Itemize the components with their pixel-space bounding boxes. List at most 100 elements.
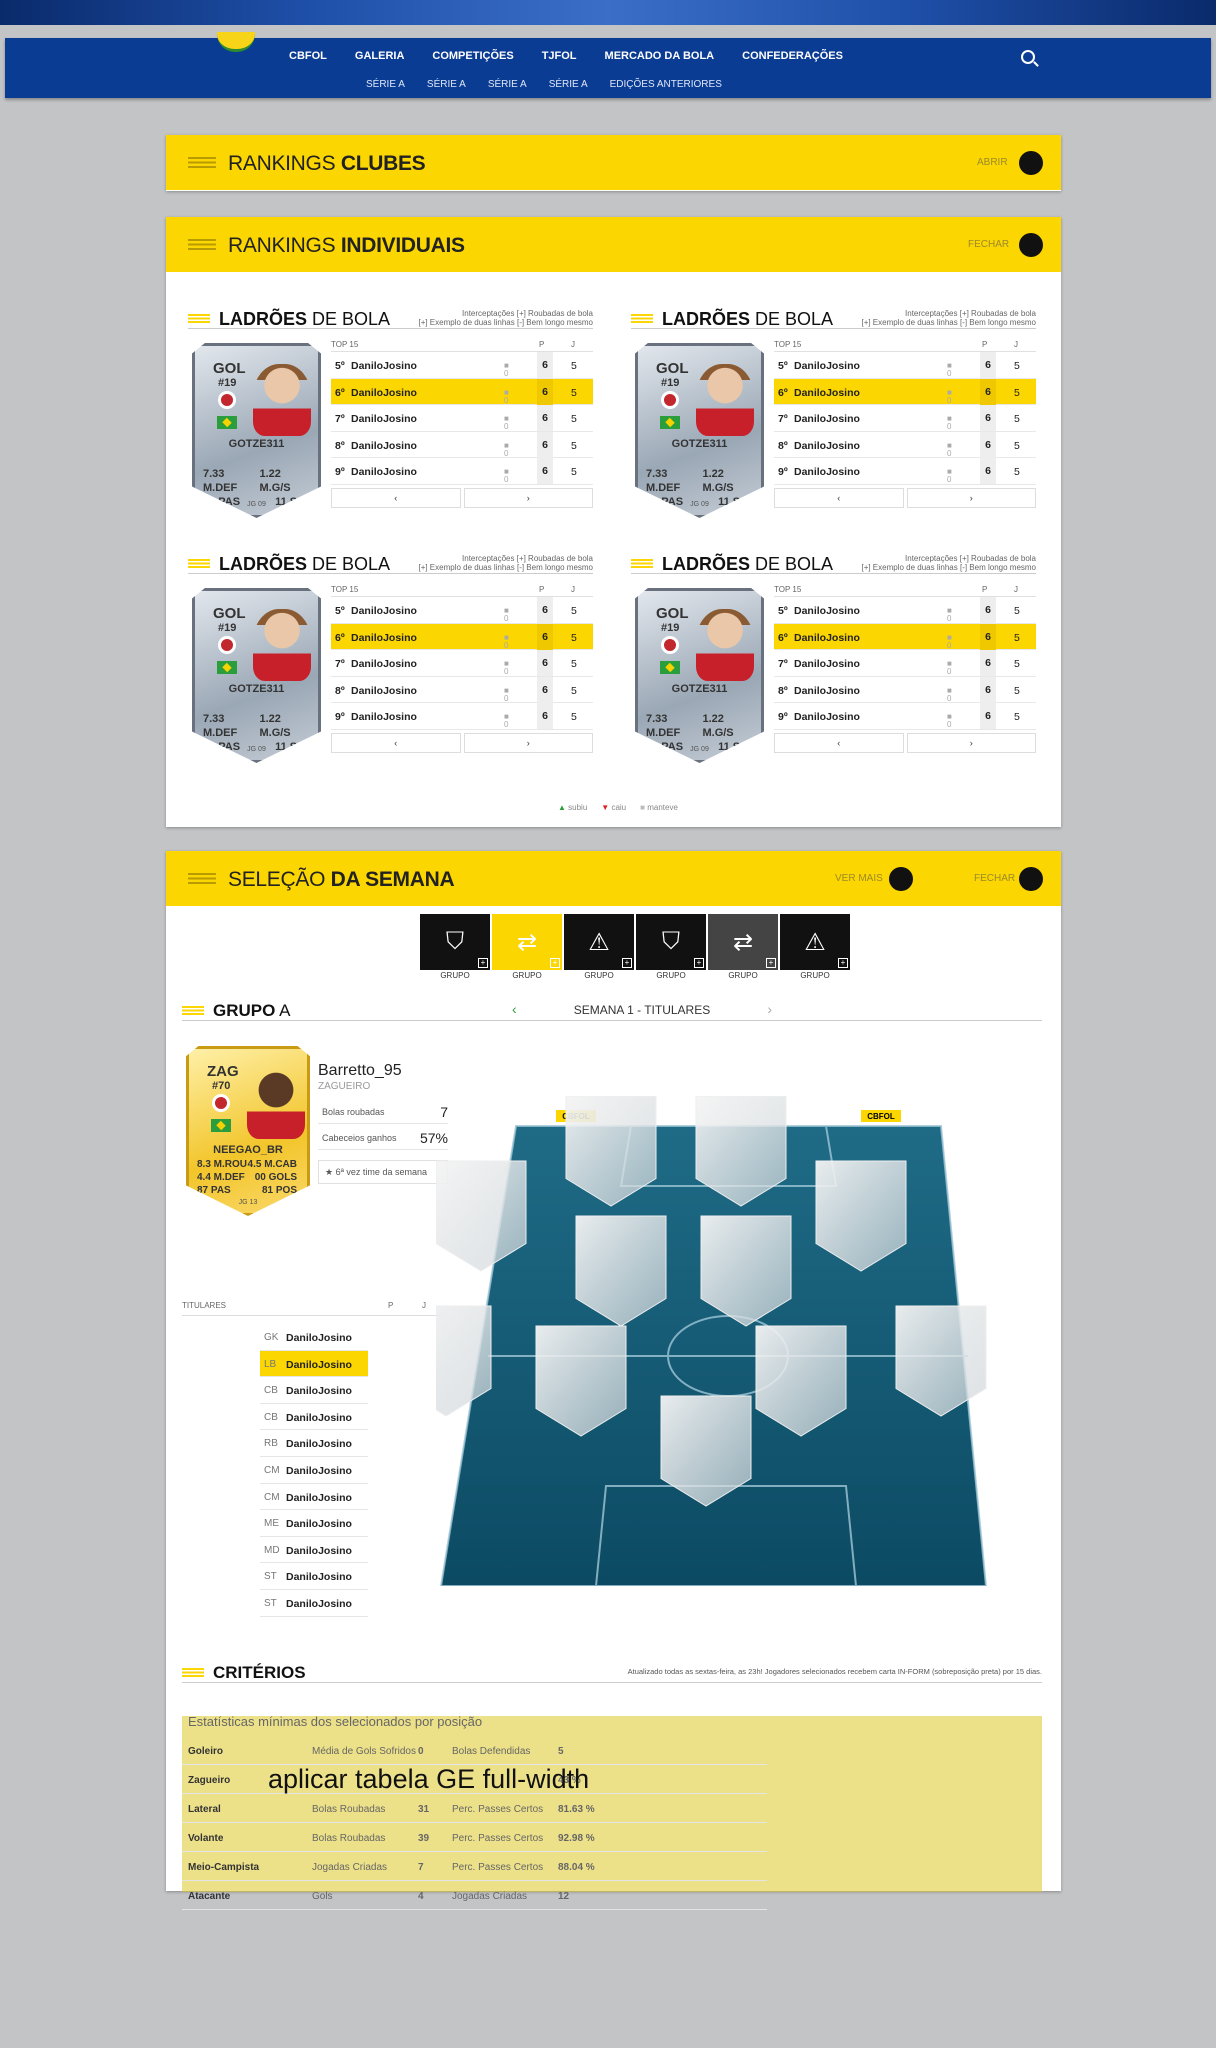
group-tile[interactable]: ⚠ + GRUPO	[780, 914, 850, 980]
ranking-row[interactable]: 5º DaniloJosino 0 ■ 6 5	[331, 597, 593, 624]
ranking-row[interactable]: 7º DaniloJosino 0 ■ 6 5	[774, 650, 1036, 677]
group-tile[interactable]: ⇄ + GRUPO	[708, 914, 778, 980]
toggle-dot-icon[interactable]	[1019, 233, 1043, 257]
nav-item-mercado[interactable]: MERCADO DA BOLA	[591, 50, 729, 62]
nav-sub-item-edicoes[interactable]: EDIÇÕES ANTERIORES	[599, 79, 733, 90]
nav-sub-item[interactable]: SÉRIE A	[477, 79, 538, 90]
chevron-right-icon[interactable]: ›	[767, 1001, 772, 1017]
movement-value: 0	[504, 667, 509, 676]
titular-position: ST	[264, 1597, 277, 1609]
nav-sub-item[interactable]: SÉRIE A	[538, 79, 599, 90]
prev-page-button[interactable]: ‹	[774, 732, 904, 753]
player-card[interactable]: GOL #19 GOTZE311 7.33 M.DEF 1.22 M.G/S 57…	[635, 343, 764, 518]
nav-sub-item[interactable]: SÉRIE A	[355, 79, 416, 90]
titular-row[interactable]: LB DaniloJosino	[260, 1350, 368, 1378]
ranking-row[interactable]: 6º DaniloJosino 0 ■ 6 5	[331, 378, 593, 405]
chevron-left-icon[interactable]: ‹	[512, 1001, 517, 1017]
open-button[interactable]: ABRIR	[977, 157, 1008, 168]
ranking-row[interactable]: 9º DaniloJosino 0 ■ 6 5	[331, 703, 593, 730]
titular-row[interactable]: CM DaniloJosino	[260, 1484, 368, 1511]
prev-page-button[interactable]: ‹	[331, 487, 461, 508]
ranking-row[interactable]: 6º DaniloJosino 0 ■ 6 5	[331, 623, 593, 650]
nav-item-competicoes[interactable]: COMPETIÇÕES	[418, 50, 527, 62]
ranking-row[interactable]: 5º DaniloJosino 0 ■ 6 5	[774, 597, 1036, 624]
next-page-button[interactable]: ›	[463, 732, 593, 753]
prev-page-button[interactable]: ‹	[774, 487, 904, 508]
nav-item-tjfol[interactable]: TJFOL	[528, 50, 591, 62]
movement-indicator: 0 ■	[947, 414, 952, 431]
rank-position: 8º	[335, 684, 345, 697]
ranking-row[interactable]: 5º DaniloJosino 0 ■ 6 5	[774, 352, 1036, 379]
next-page-button[interactable]: ›	[906, 732, 1036, 753]
col-top: TOP 15	[774, 585, 802, 594]
close-button[interactable]: FECHAR	[968, 239, 1009, 250]
menu-icon	[188, 157, 216, 168]
titular-row[interactable]: GK DaniloJosino	[260, 1324, 368, 1351]
points-value: 6	[537, 458, 553, 484]
prev-page-button[interactable]: ‹	[331, 732, 461, 753]
titular-row[interactable]: CM DaniloJosino	[260, 1457, 368, 1484]
ranking-row[interactable]: 6º DaniloJosino 0 ■ 6 5	[774, 378, 1036, 405]
points-value: 6	[980, 650, 996, 676]
ranking-row[interactable]: 8º DaniloJosino 0 ■ 6 5	[774, 676, 1036, 703]
next-page-button[interactable]: ›	[463, 487, 593, 508]
player-card[interactable]: GOL #19 GOTZE311 7.33 M.DEF 1.22 M.G/S 57…	[192, 343, 321, 518]
card-stat: 7.33 M.DEF	[646, 713, 681, 739]
group-tile[interactable]: ⚠ + GRUPO	[564, 914, 634, 980]
ranking-row[interactable]: 9º DaniloJosino 0 ■ 6 5	[774, 703, 1036, 730]
titular-row[interactable]: ST DaniloJosino	[260, 1590, 368, 1617]
search-icon[interactable]	[1021, 50, 1035, 64]
ranking-row[interactable]: 9º DaniloJosino 0 ■ 6 5	[774, 458, 1036, 485]
featured-player-card[interactable]: ZAG #70 NEEGAO_BR 8.3 M.ROU 4.5 M.CAB 4.4…	[186, 1046, 310, 1216]
ranking-table: TOP 15 P J 5º DaniloJosino 0 ■ 6 5 6º Da…	[774, 582, 1036, 753]
card-stat: 00 GOLS	[254, 1172, 297, 1183]
group-tile[interactable]: ⛉ + GRUPO	[636, 914, 706, 980]
group-tile[interactable]: ⛉ + GRUPO	[420, 914, 490, 980]
titular-row[interactable]: CB DaniloJosino	[260, 1377, 368, 1404]
ranking-row[interactable]: 9º DaniloJosino 0 ■ 6 5	[331, 458, 593, 485]
ranking-row[interactable]: 7º DaniloJosino 0 ■ 6 5	[331, 405, 593, 432]
player-card[interactable]: GOL #19 GOTZE311 7.33 M.DEF 1.22 M.G/S 57…	[635, 588, 764, 763]
titulares-list: GK DaniloJosino LB DaniloJosino CB DaniloJ…	[260, 1324, 368, 1617]
ranking-row[interactable]: 8º DaniloJosino 0 ■ 6 5	[774, 431, 1036, 458]
games-value: 5	[571, 711, 577, 723]
ranking-row[interactable]: 7º DaniloJosino 0 ■ 6 5	[774, 405, 1036, 432]
nav-item-cbfol[interactable]: CBFOL	[275, 50, 341, 62]
panel-title: RANKINGS INDIVIDUAIS	[228, 234, 465, 258]
see-more-button[interactable]: VER MAIS	[835, 873, 883, 884]
see-more-dot-icon[interactable]	[889, 867, 913, 891]
criteria-cell: 7	[418, 1862, 424, 1873]
points-value: 6	[537, 676, 553, 703]
club-badge-icon	[661, 636, 679, 654]
ranking-row[interactable]: 6º DaniloJosino 0 ■ 6 5	[774, 623, 1036, 650]
nav-item-confederacoes[interactable]: CONFEDERAÇÕES	[728, 50, 857, 62]
player-photo	[696, 609, 754, 681]
player-name: DaniloJosino	[351, 631, 417, 644]
cbfol-logo[interactable]	[217, 32, 255, 52]
col-j: J	[422, 1301, 426, 1310]
ranking-row[interactable]: 5º DaniloJosino 0 ■ 6 5	[331, 352, 593, 379]
titular-row[interactable]: ME DaniloJosino	[260, 1510, 368, 1537]
nav-sub-item[interactable]: SÉRIE A	[416, 79, 477, 90]
ranking-row[interactable]: 7º DaniloJosino 0 ■ 6 5	[331, 650, 593, 677]
criterios-title: CRITÉRIOS	[213, 1663, 306, 1683]
nav-item-galeria[interactable]: GALERIA	[341, 50, 419, 62]
rankings-clubes-panel: RANKINGS CLUBES ABRIR	[166, 135, 1061, 191]
player-card[interactable]: GOL #19 GOTZE311 7.33 M.DEF 1.22 M.G/S 57…	[192, 588, 321, 763]
toggle-dot-icon[interactable]	[1019, 151, 1043, 175]
group-tile[interactable]: ⇄ + GRUPO	[492, 914, 562, 980]
titular-row[interactable]: ST DaniloJosino	[260, 1563, 368, 1590]
note-line: [+] Exemplo de duas linhas [-] Bem longo…	[418, 318, 593, 327]
close-button[interactable]: FECHAR	[974, 873, 1015, 884]
ranking-row[interactable]: 8º DaniloJosino 0 ■ 6 5	[331, 431, 593, 458]
titular-row[interactable]: CB DaniloJosino	[260, 1404, 368, 1431]
rank-position: 5º	[778, 360, 788, 372]
ranking-row[interactable]: 8º DaniloJosino 0 ■ 6 5	[331, 676, 593, 703]
titular-row[interactable]: RB DaniloJosino	[260, 1430, 368, 1457]
next-page-button[interactable]: ›	[906, 487, 1036, 508]
criteria-cell: 88.04 %	[558, 1862, 595, 1873]
titular-row[interactable]: MD DaniloJosino	[260, 1537, 368, 1564]
toggle-dot-icon[interactable]	[1019, 867, 1043, 891]
card-position: GOL	[656, 360, 689, 377]
criteria-row: Lateral Bolas Roubadas 31 Perc. Passes Cert…	[182, 1794, 767, 1823]
